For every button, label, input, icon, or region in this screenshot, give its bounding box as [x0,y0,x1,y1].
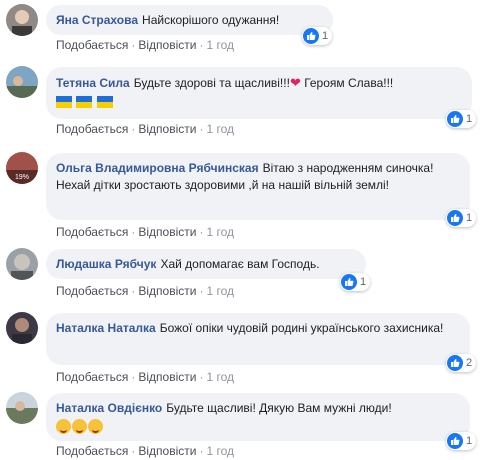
comment-author[interactable]: Тетяна Сила [56,76,130,90]
comment-actions: Подобається · Відповісти · 1 год [56,444,234,458]
like-icon [447,433,463,449]
separator: · [199,370,204,384]
comment-author[interactable]: Ольга Владимировна Рябчинская [56,161,259,175]
comment-text: Хай допомагає вам Господь. [160,257,320,271]
avatar[interactable] [6,392,38,424]
comment-bubble: Ольга Владимировна Рябчинская Вітаю з нар… [46,153,470,220]
like-link[interactable]: Подобається [56,370,128,384]
avatar[interactable] [6,66,38,98]
svg-text:19%: 19% [15,174,29,181]
reaction-number: 2 [466,357,473,369]
separator: · [131,122,136,136]
separator: · [199,122,204,136]
ukraine-flag-emoji [56,95,72,108]
smiling-face-with-hearts-emoji [88,419,103,435]
smiling-face-with-hearts-emoji [56,419,71,435]
reaction-count[interactable]: 1 [340,273,371,291]
avatar[interactable]: 19% [6,152,38,184]
reply-link[interactable]: Відповісти [138,370,196,384]
avatar[interactable] [6,312,38,344]
like-link[interactable]: Подобається [56,38,128,52]
reaction-number: 1 [466,435,473,447]
reaction-count[interactable]: 1 [446,432,477,450]
comment-actions: Подобається · Відповісти · 1 год [56,38,234,52]
reply-link[interactable]: Відповісти [138,38,196,52]
comment-text: Божої опіки чудовій родині українського … [159,321,444,335]
separator: · [131,370,136,384]
reply-link[interactable]: Відповісти [138,284,196,298]
like-icon [447,111,463,127]
timestamp[interactable]: 1 год [206,284,234,298]
avatar[interactable] [6,248,38,280]
smiling-face-with-hearts-emoji [72,419,87,435]
reaction-count[interactable]: 1 [446,209,477,227]
comment-text: Будьте здорові та щасливі!!! [133,76,290,90]
separator: · [131,284,136,298]
reply-link[interactable]: Відповісти [138,122,196,136]
comment-author[interactable]: Наталка Наталка [56,321,156,335]
reaction-number: 1 [466,113,473,125]
comment-text-continued: Героям Слава!!! [304,76,394,90]
reply-link[interactable]: Відповісти [138,225,196,239]
comment-author[interactable]: Яна Страхова [56,13,138,27]
reply-link[interactable]: Відповісти [138,444,196,458]
comment-bubble: Людашка Рябчук Хай допомагає вам Господь. [46,249,366,279]
like-link[interactable]: Подобається [56,122,128,136]
timestamp[interactable]: 1 год [206,38,234,52]
comment-actions: Подобається · Відповісти · 1 год [56,284,234,298]
comment-text: Будьте щасливі! Дякую Вам мужні люди! [166,401,392,415]
separator: · [199,284,204,298]
comment-bubble: Тетяна Сила Будьте здорові та щасливі!!!❤… [46,67,472,119]
reaction-count[interactable]: 1 [446,110,477,128]
comment-author[interactable]: Наталка Овдієнко [56,401,162,415]
timestamp[interactable]: 1 год [206,122,234,136]
comment-author[interactable]: Людашка Рябчук [56,257,156,271]
comment-actions: Подобається · Відповісти · 1 год [56,370,234,384]
avatar[interactable] [6,4,38,36]
comment-bubble: Яна Страхова Найскорішого одужання! [46,5,333,35]
like-link[interactable]: Подобається [56,284,128,298]
ukraine-flag-emoji [76,95,93,108]
timestamp[interactable]: 1 год [206,225,234,239]
comment-actions: Подобається · Відповісти · 1 год [56,122,234,136]
separator: · [131,444,136,458]
ukraine-flag-emoji [96,95,113,108]
like-link[interactable]: Подобається [56,444,128,458]
like-icon [341,274,357,290]
like-icon [447,210,463,226]
comment-text: Найскорішого одужання! [142,13,280,27]
reaction-number: 1 [466,212,473,224]
comment-bubble: Наталка Овдієнко Будьте щасливі! Дякую Ва… [46,393,470,441]
timestamp[interactable]: 1 год [206,444,234,458]
red-heart-emoji: ❤ [289,75,301,90]
reaction-number: 1 [360,276,367,288]
reaction-count[interactable]: 2 [446,354,477,372]
separator: · [131,225,136,239]
separator: · [199,444,204,458]
like-link[interactable]: Подобається [56,225,128,239]
like-icon [447,355,463,371]
comment-bubble: Наталка Наталка Божої опіки чудовій родин… [46,313,470,365]
timestamp[interactable]: 1 год [206,370,234,384]
like-icon [303,28,319,44]
comment-actions: Подобається · Відповісти · 1 год [56,225,234,239]
separator: · [131,38,136,52]
reaction-number: 1 [322,30,329,42]
separator: · [199,38,204,52]
reaction-count[interactable]: 1 [302,27,333,45]
separator: · [199,225,204,239]
